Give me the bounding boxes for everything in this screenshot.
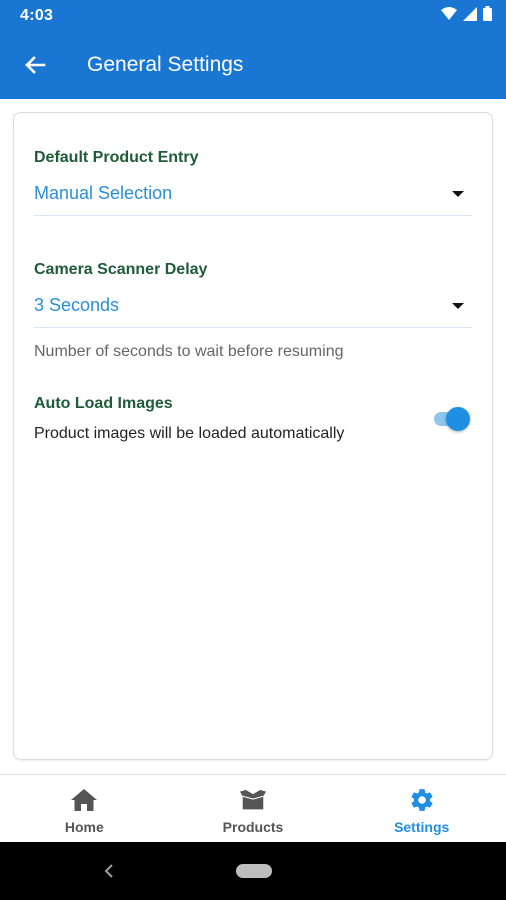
- home-icon: [70, 787, 98, 813]
- product-entry-select[interactable]: Manual Selection: [34, 175, 472, 216]
- nav-item-products[interactable]: Products: [169, 775, 338, 843]
- arrow-left-icon: [25, 56, 46, 74]
- nav-item-settings[interactable]: Settings: [337, 775, 506, 843]
- system-back-button[interactable]: [102, 861, 116, 881]
- product-entry-label: Default Product Entry: [34, 149, 199, 166]
- dropdown-arrow-icon: [452, 303, 464, 309]
- dropdown-arrow-icon: [452, 191, 464, 197]
- box-icon: [239, 787, 267, 813]
- auto-load-label: Auto Load Images: [34, 395, 173, 412]
- chevron-left-icon: [104, 864, 113, 878]
- toolbar: General Settings: [0, 32, 506, 99]
- nav-label-products: Products: [222, 819, 284, 835]
- nav-label-home: Home: [64, 819, 104, 835]
- scanner-delay-select[interactable]: 3 Seconds: [34, 287, 472, 328]
- bottom-nav: Home Products Settings: [0, 774, 506, 843]
- gear-icon: [408, 787, 436, 813]
- back-button[interactable]: [20, 50, 50, 80]
- scanner-delay-value: 3 Seconds: [34, 295, 120, 315]
- nav-item-home[interactable]: Home: [0, 775, 169, 843]
- status-bar: 4:03: [0, 0, 506, 32]
- auto-load-toggle[interactable]: [432, 405, 472, 433]
- cell-signal-icon: [463, 6, 477, 26]
- product-entry-value: Manual Selection: [34, 183, 173, 203]
- settings-card: Default Product Entry Manual Selection C…: [13, 112, 493, 760]
- toggle-thumb: [446, 407, 470, 431]
- scanner-delay-helper: Number of seconds to wait before resumin…: [34, 343, 344, 360]
- status-time: 4:03: [20, 7, 54, 24]
- status-icons: [441, 6, 492, 26]
- auto-load-description: Product images will be loaded automatica…: [34, 425, 345, 442]
- app-bar: 4:03 General Settings: [0, 0, 506, 99]
- scanner-delay-label: Camera Scanner Delay: [34, 261, 208, 278]
- nav-label-settings: Settings: [394, 819, 450, 835]
- battery-icon: [483, 6, 492, 26]
- system-home-button[interactable]: [236, 864, 272, 878]
- wifi-icon: [441, 6, 457, 26]
- system-nav-bar: [0, 842, 506, 900]
- page-title: General Settings: [87, 53, 244, 76]
